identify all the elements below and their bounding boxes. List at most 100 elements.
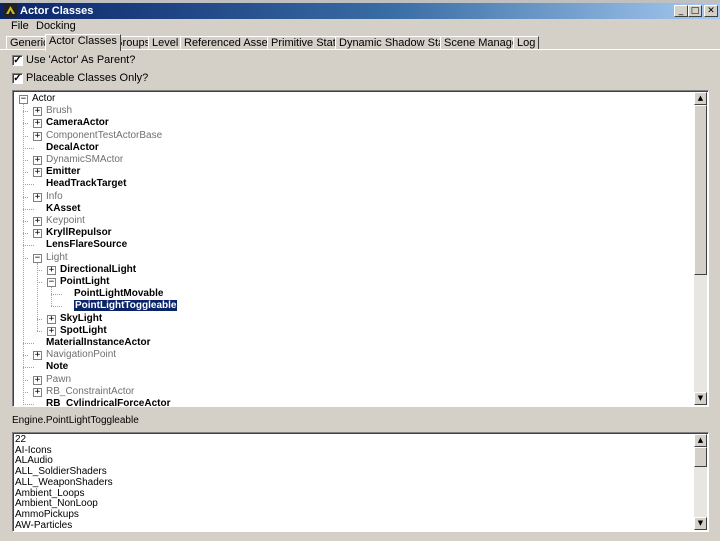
tree-item-lens-flare-source[interactable]: LensFlareSource (23, 239, 127, 251)
expand-icon[interactable]: + (33, 192, 42, 202)
expand-icon[interactable]: + (47, 326, 56, 336)
package-scroll-thumb[interactable] (694, 447, 707, 467)
tree-item-kryll-repulsor[interactable]: + KryllRepulsor (23, 227, 112, 239)
tree-item-material-instance-actor[interactable]: MaterialInstanceActor (23, 337, 150, 349)
placeable-only-option[interactable]: ✓ Placeable Classes Only? (12, 71, 148, 85)
tree-item-emitter[interactable]: + Emitter (23, 166, 80, 178)
tree-item-rb-cylindrical-force-actor[interactable]: RB_CylindricalForceActor (23, 398, 170, 406)
tree-item-label: Note (46, 361, 69, 373)
expand-icon[interactable]: + (33, 351, 42, 361)
tree-connector (37, 330, 42, 332)
tree-connector (23, 147, 34, 149)
tree-connector (23, 404, 34, 405)
tree-item-label: DynamicSMActor (46, 154, 124, 165)
expand-icon[interactable]: + (33, 131, 42, 141)
expand-icon[interactable]: + (33, 387, 42, 397)
tab-primitive-stats[interactable]: Primitive Stats (267, 36, 346, 50)
expand-icon[interactable]: + (33, 375, 42, 385)
tree-item-decal-actor[interactable]: DecalActor (23, 142, 99, 154)
package-item[interactable]: Ambient_NonLoop (15, 498, 98, 509)
tree-connector (23, 111, 28, 113)
tree-item-label: SpotLight (60, 324, 107, 336)
tree-item-rb-constraint-actor[interactable]: + RB_ConstraintActor (23, 386, 134, 398)
tab-level[interactable]: Level (148, 36, 183, 50)
menu-docking[interactable]: Docking (36, 19, 76, 34)
tree-item-head-track-target[interactable]: HeadTrackTarget (23, 178, 126, 190)
minimize-button[interactable]: _ (674, 5, 688, 17)
tree-connector (23, 379, 28, 381)
expand-icon[interactable]: + (33, 229, 42, 239)
class-tree[interactable]: − Actor + Brush + CameraActor + ComponentTestAc… (12, 90, 709, 407)
package-scroll-up-button[interactable]: ▲ (694, 434, 707, 447)
tree-item-note[interactable]: Note (23, 361, 69, 373)
package-list[interactable]: 22 AI-Icons ALAudio ALL_SoldierShaders ALL_W… (12, 432, 709, 532)
tree-connector (23, 123, 28, 125)
placeable-only-checkbox[interactable]: ✓ (12, 72, 23, 84)
tab-actor-classes[interactable]: Actor Classes (45, 34, 121, 51)
package-item[interactable]: ALL_WeaponShaders (15, 477, 113, 488)
menu-file[interactable]: File (11, 19, 29, 34)
tree-connector (23, 172, 28, 174)
maximize-button[interactable]: □ (688, 5, 702, 17)
collapse-icon[interactable]: − (19, 95, 28, 104)
tab-dynamic-shadow-stats[interactable]: Dynamic Shadow Stats (335, 36, 457, 50)
tree-item-keypoint[interactable]: + Keypoint (23, 215, 85, 227)
maximize-icon: □ (690, 6, 700, 16)
package-item[interactable]: ALAudio (15, 455, 53, 466)
scroll-down-icon: ▼ (697, 519, 704, 527)
scroll-down-icon: ▼ (697, 394, 704, 402)
tree-item-point-light-toggleable[interactable]: PointLightToggleable (51, 299, 179, 313)
collapse-icon[interactable]: − (47, 278, 56, 287)
package-item[interactable]: Ambient_Loops (15, 488, 85, 499)
package-item[interactable]: 22 (15, 434, 26, 445)
use-actor-as-parent-option[interactable]: ✓ Use 'Actor' As Parent? (12, 53, 135, 67)
expand-icon[interactable]: + (33, 168, 42, 178)
expand-icon[interactable]: + (33, 107, 42, 117)
package-item[interactable]: AW-Particles (15, 520, 72, 531)
collapse-icon[interactable]: − (33, 253, 42, 263)
package-item[interactable]: ALL_SoldierShaders (15, 466, 107, 477)
tree-item-light[interactable]: − Light (23, 251, 68, 264)
tree-item-info[interactable]: + Info (23, 191, 63, 203)
tree-item-directional-light[interactable]: + DirectionalLight (37, 264, 136, 276)
tree-item-label: Light (46, 251, 68, 263)
tree-item-kasset[interactable]: KAsset (23, 203, 80, 215)
tree-item-pawn[interactable]: + Pawn (23, 374, 71, 386)
tree-item-spot-light[interactable]: + SpotLight (37, 324, 107, 337)
package-item[interactable]: AmmoPickups (15, 509, 79, 520)
tree-item-sky-light[interactable]: + SkyLight (37, 312, 103, 325)
tree-scrollbar[interactable]: ▲ ▼ (694, 92, 707, 405)
tree-item-brush[interactable]: + Brush (23, 105, 72, 117)
package-scroll-down-button[interactable]: ▼ (694, 517, 707, 530)
tree-item-point-light-movable[interactable]: PointLightMovable (51, 288, 163, 300)
tree-item-label: Actor (32, 93, 56, 104)
tree-connector (23, 367, 34, 369)
tree-item-navigation-point[interactable]: + NavigationPoint (23, 349, 116, 361)
tree-connector (51, 294, 62, 296)
tree-scroll-up-button[interactable]: ▲ (694, 92, 707, 105)
expand-icon[interactable]: + (33, 119, 42, 129)
tab-referenced-assets[interactable]: Referenced Assets (180, 36, 281, 50)
expand-icon[interactable]: + (33, 217, 42, 226)
use-actor-as-parent-checkbox[interactable]: ✓ (12, 54, 23, 66)
tree-item-camera-actor[interactable]: + CameraActor (23, 117, 109, 129)
tree-scroll-down-button[interactable]: ▼ (694, 392, 707, 405)
tree-item-label: SkyLight (60, 312, 103, 324)
tree-item-actor[interactable]: − Actor (19, 93, 55, 105)
actor-classes-window: Actor Classes _ □ ✕ File Docking Generic… (0, 0, 720, 541)
package-scrollbar[interactable]: ▲ ▼ (694, 434, 707, 530)
tab-log[interactable]: Log (513, 36, 540, 50)
tree-scroll-thumb[interactable] (694, 105, 707, 275)
package-item[interactable]: AI-Icons (15, 445, 52, 456)
tree-item-component-test-actor-base[interactable]: + ComponentTestActorBase (23, 130, 162, 142)
expand-icon[interactable]: + (33, 156, 42, 165)
tree-item-point-light[interactable]: − PointLight (37, 276, 109, 288)
close-button[interactable]: ✕ (704, 5, 718, 17)
expand-icon[interactable]: + (47, 265, 56, 275)
tree-item-dynamic-smactor[interactable]: + DynamicSMActor (23, 154, 124, 166)
scroll-up-icon: ▲ (697, 436, 704, 444)
expand-icon[interactable]: + (47, 314, 56, 324)
title-bar[interactable]: Actor Classes _ □ ✕ (0, 3, 720, 19)
tree-guide-line (51, 287, 52, 307)
menu-bar: File Docking (0, 19, 720, 34)
